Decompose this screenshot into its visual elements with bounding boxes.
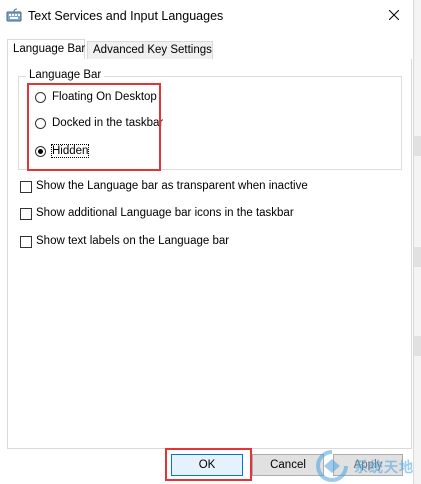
checkbox-label: Show additional Language bar icons in th…	[36, 207, 294, 219]
close-icon	[389, 10, 399, 20]
dialog-window: Text Services and Input Languages Langua…	[0, 0, 413, 484]
groupbox-legend: Language Bar	[26, 69, 105, 81]
keyboard-icon	[6, 8, 22, 22]
checkbox-label: Show text labels on the Language bar	[36, 235, 230, 247]
highlight-box-ok	[165, 448, 252, 481]
tab-advanced-key-settings[interactable]: Advanced Key Settings	[87, 41, 213, 59]
checkbox[interactable]	[20, 236, 32, 248]
close-button[interactable]	[378, 4, 410, 26]
highlight-box-radio-group	[27, 83, 161, 171]
tab-strip: Language Bar Advanced Key Settings	[7, 39, 411, 60]
watermark-logo: 系统天地	[314, 449, 414, 484]
background-control	[414, 136, 421, 156]
checkbox-label: Show the Language bar as transparent whe…	[36, 180, 308, 192]
tab-language-bar[interactable]: Language Bar	[7, 39, 85, 60]
checkbox[interactable]	[20, 181, 32, 193]
background-window-edge	[413, 0, 421, 484]
watermark-text: 系统天地	[354, 459, 414, 475]
window-title: Text Services and Input Languages	[28, 9, 224, 23]
title-bar[interactable]: Text Services and Input Languages	[0, 0, 413, 32]
checkbox[interactable]	[20, 208, 32, 220]
background-control	[414, 336, 421, 356]
background-control	[414, 247, 421, 267]
